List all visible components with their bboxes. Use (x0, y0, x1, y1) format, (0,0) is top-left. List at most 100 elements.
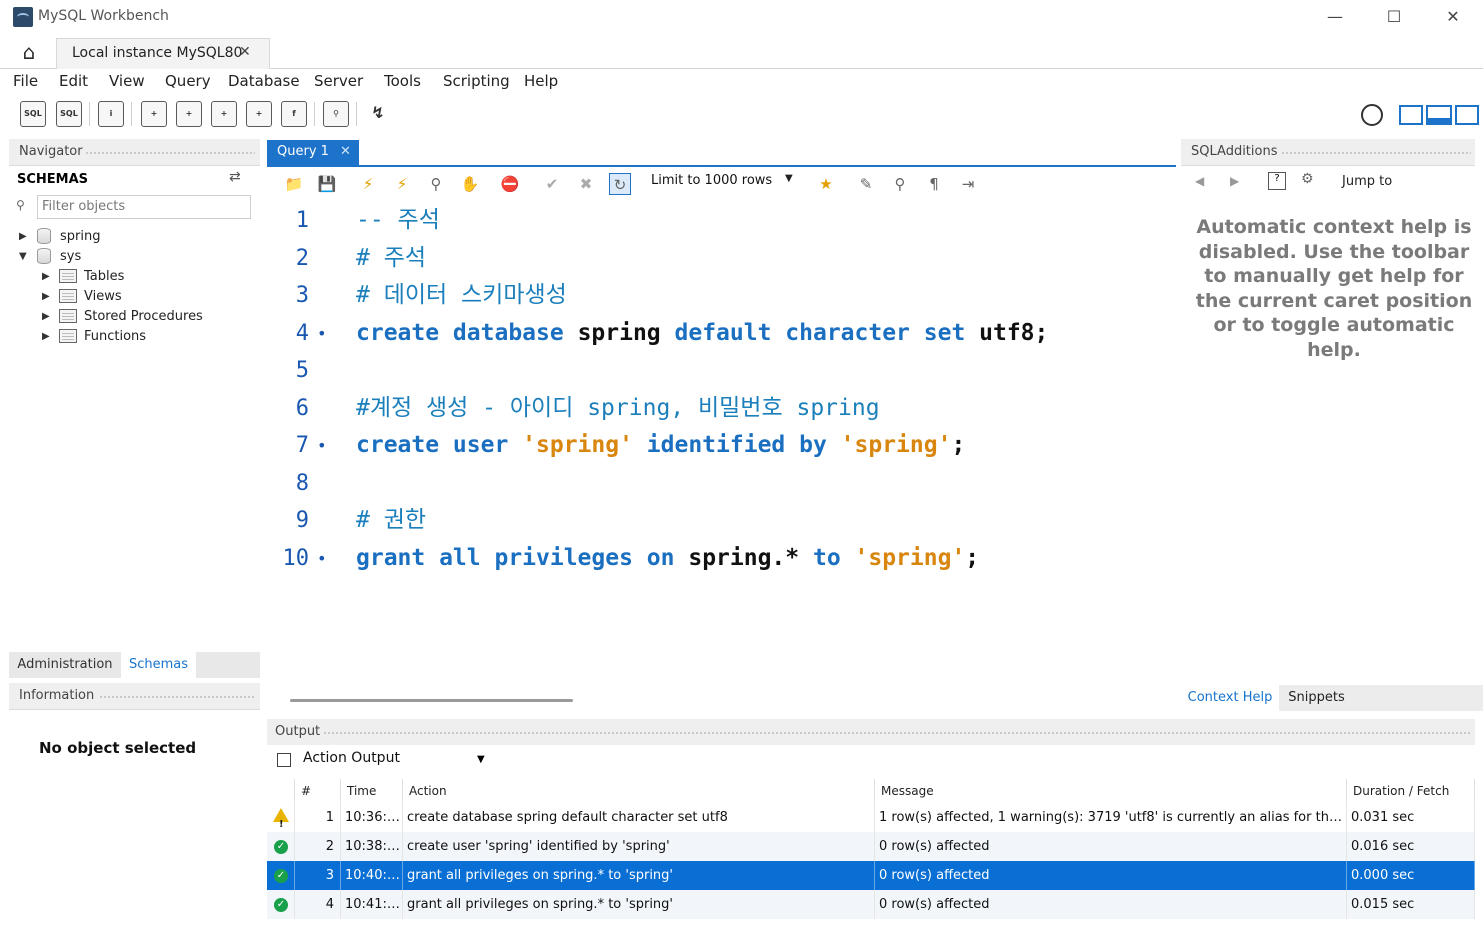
close-icon[interactable]: ✕ (1438, 6, 1468, 28)
new-sql-tab-icon[interactable]: SQL (20, 101, 46, 127)
filter-objects-input[interactable]: Filter objects (37, 195, 251, 219)
menu-help[interactable]: Help (524, 72, 558, 90)
create-schema-icon[interactable]: + (141, 101, 167, 127)
chevron-down-icon[interactable]: ▼ (477, 754, 485, 765)
auto-help-icon[interactable]: ⚙ (1301, 171, 1314, 187)
tab-schemas[interactable]: Schemas (121, 652, 196, 678)
refresh-icon[interactable]: ⇄ (229, 169, 241, 185)
code-line[interactable]: 10 • grant all privileges on spring.* to '… (267, 540, 1176, 577)
create-table-icon[interactable]: + (176, 101, 202, 127)
rollback-icon[interactable]: ✖ (575, 173, 597, 195)
line-text: # 권한 (356, 502, 426, 539)
procedure-folder-icon (59, 309, 77, 323)
tree-item-stored-procedures[interactable]: ▶ Stored Procedures (9, 307, 260, 327)
code-line[interactable]: 2 # 주석 (267, 240, 1176, 277)
menu-scripting[interactable]: Scripting (443, 72, 510, 90)
schema-sys[interactable]: ▼ sys (9, 247, 260, 267)
code-token: -- 주석 (356, 207, 440, 233)
beautify-icon[interactable]: ✎ (855, 173, 877, 195)
tab-snippets[interactable]: Snippets (1279, 685, 1354, 711)
chevron-down-icon[interactable]: ▼ (785, 173, 793, 184)
code-line[interactable]: 9 # 권한 (267, 502, 1176, 539)
tree-item-views[interactable]: ▶ Views (9, 287, 260, 307)
autocommit-icon[interactable]: ↻ (609, 173, 631, 195)
save-icon[interactable]: 💾 (316, 173, 338, 195)
cell-message: 0 row(s) affected (875, 861, 1347, 890)
output-row[interactable]: ✓ 2 10:38:29 create user 'spring' identifie… (267, 832, 1475, 861)
explain-icon[interactable]: ⚲ (425, 173, 447, 195)
menu-file[interactable]: File (13, 72, 38, 90)
expand-arrow-icon[interactable]: ▶ (42, 311, 50, 322)
stop-icon[interactable]: ✋ (459, 173, 481, 195)
find-icon[interactable]: ⚲ (889, 173, 911, 195)
menu-query[interactable]: Query (165, 72, 211, 90)
code-line[interactable]: 7 • create user 'spring' identified by 'sp… (267, 427, 1176, 464)
toggle-secondary-sidebar-icon[interactable] (1455, 105, 1479, 125)
open-sql-script-icon[interactable]: SQL (56, 101, 82, 127)
column-header-status (267, 779, 295, 803)
toggle-sidebar-icon[interactable] (1399, 105, 1423, 125)
menu-edit[interactable]: Edit (59, 72, 88, 90)
create-procedure-icon[interactable]: + (246, 101, 272, 127)
toggle-output-icon[interactable] (1426, 105, 1452, 125)
expand-arrow-icon[interactable]: ▶ (19, 231, 27, 242)
code-line[interactable]: 4 • create database spring default charact… (267, 315, 1176, 352)
expand-arrow-icon[interactable]: ▶ (42, 271, 50, 282)
expand-arrow-icon[interactable]: ▶ (42, 331, 50, 342)
column-header-time[interactable]: Time (341, 779, 403, 803)
menu-view[interactable]: View (109, 72, 145, 90)
maximize-icon[interactable]: ☐ (1379, 6, 1409, 28)
output-row[interactable]: 110:36:20create database spring default … (267, 803, 1475, 832)
sql-editor[interactable]: 1 -- 주석 2 # 주석 3 # 데이터 스키마생성 4 • create database… (267, 201, 1176, 691)
execute-icon[interactable]: ⚡ (357, 173, 379, 195)
commit-icon[interactable]: ✔ (541, 173, 563, 195)
tab-query-1[interactable]: Query 1 ✕ (267, 140, 359, 165)
code-line[interactable]: 8 (267, 465, 1176, 502)
jump-to-select[interactable]: Jump to (1342, 174, 1392, 189)
add-snippet-icon[interactable]: ★ (815, 173, 837, 195)
collapse-arrow-icon[interactable]: ▼ (19, 251, 27, 262)
close-tab-icon[interactable]: ✕ (340, 144, 351, 159)
code-line[interactable]: 6 #계정 생성 - 아이디 spring, 비밀번호 spring (267, 390, 1176, 427)
horizontal-scrollbar[interactable] (290, 699, 573, 702)
inspector-icon[interactable]: i (98, 101, 124, 127)
output-row[interactable]: ✓ 4 10:41:56 grant all privileges on spring… (267, 890, 1475, 919)
invisible-chars-icon[interactable]: ¶ (923, 173, 945, 195)
menu-tools[interactable]: Tools (384, 72, 421, 90)
execute-current-icon[interactable]: ⚡ (391, 173, 413, 195)
menu-database[interactable]: Database (228, 72, 300, 90)
menu-server[interactable]: Server (314, 72, 363, 90)
column-header-message[interactable]: Message (875, 779, 1347, 803)
back-icon[interactable]: ◀ (1195, 174, 1204, 188)
tree-item-tables[interactable]: ▶ Tables (9, 267, 260, 287)
open-file-icon[interactable]: 📁 (283, 173, 305, 195)
create-function-icon[interactable]: f (281, 101, 307, 127)
connection-tab[interactable]: Local instance MySQL80 ✕ (56, 38, 270, 69)
expand-arrow-icon[interactable]: ▶ (42, 291, 50, 302)
code-line[interactable]: 5 (267, 352, 1176, 389)
output-type-select[interactable]: Action Output (303, 750, 489, 774)
code-line[interactable]: 1 -- 주석 (267, 202, 1176, 239)
limit-rows-select[interactable]: Limit to 1000 rows (651, 173, 801, 195)
word-wrap-icon[interactable]: ⇥ (957, 173, 979, 195)
toggle-error-stop-icon[interactable]: ⛔ (499, 173, 521, 195)
minimize-icon[interactable]: — (1320, 6, 1350, 28)
reconnect-icon[interactable]: ↯ (365, 101, 391, 127)
column-header-number[interactable]: # (295, 779, 341, 803)
forward-icon[interactable]: ▶ (1230, 174, 1239, 188)
search-table-data-icon[interactable]: ⚲ (323, 101, 349, 127)
create-view-icon[interactable]: + (211, 101, 237, 127)
tab-administration[interactable]: Administration (9, 652, 121, 678)
manual-help-icon[interactable]: ? (1268, 172, 1286, 190)
copy-icon[interactable] (277, 753, 291, 767)
tab-context-help[interactable]: Context Help (1181, 685, 1279, 711)
code-line[interactable]: 3 # 데이터 스키마생성 (267, 277, 1176, 314)
close-tab-icon[interactable]: ✕ (239, 44, 251, 60)
column-header-action[interactable]: Action (403, 779, 875, 803)
home-icon[interactable]: ⌂ (16, 40, 42, 64)
tree-item-functions[interactable]: ▶ Functions (9, 327, 260, 347)
output-row[interactable]: ✓ 3 10:40:01 grant all privileges on spring… (267, 861, 1475, 890)
settings-icon[interactable] (1361, 104, 1383, 126)
schema-spring[interactable]: ▶ spring (9, 227, 260, 247)
column-header-duration[interactable]: Duration / Fetch (1347, 779, 1475, 803)
